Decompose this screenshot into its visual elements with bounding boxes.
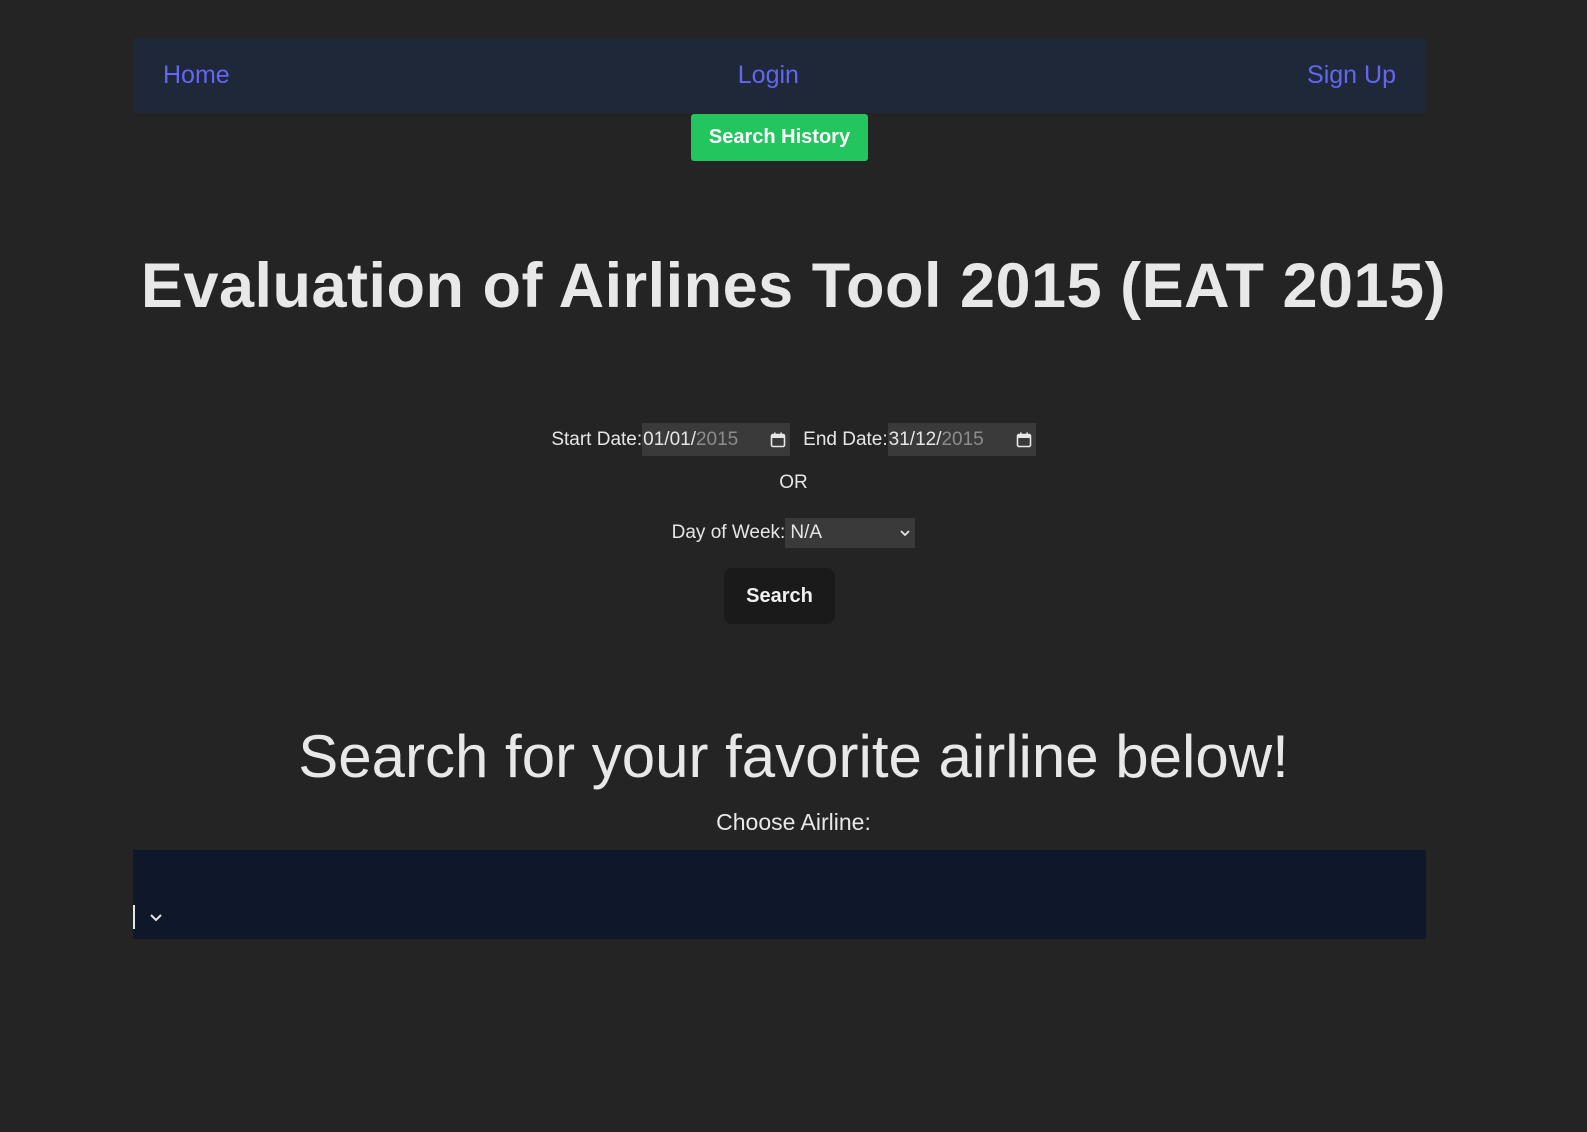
airline-section-heading: Search for your favorite airline below!	[298, 723, 1289, 790]
search-button[interactable]: Search	[724, 568, 835, 624]
nav-login-link[interactable]: Login	[738, 61, 799, 90]
day-of-week-select[interactable]: N/A	[785, 518, 916, 548]
text-cursor	[133, 905, 135, 929]
start-date-input[interactable]: 01/01/2015	[642, 423, 791, 456]
end-date-label: End Date:	[803, 428, 888, 450]
start-date-year: 2015	[695, 428, 739, 450]
start-date-label: Start Date:	[551, 428, 643, 450]
navbar: Home Login Sign Up	[133, 38, 1426, 113]
chevron-down-icon[interactable]	[148, 910, 164, 926]
day-of-week-row: Day of Week: N/A	[0, 518, 1587, 548]
day-of-week-label: Day of Week:	[671, 522, 786, 543]
calendar-icon[interactable]	[770, 432, 786, 448]
start-date-value: 01/01/	[643, 428, 696, 450]
date-range-row: Start Date: 01/01/2015 End Date: 31/12/2…	[0, 423, 1587, 456]
page-title: Evaluation of Airlines Tool 2015 (EAT 20…	[140, 251, 1447, 321]
nav-signup-link[interactable]: Sign Up	[1307, 61, 1396, 90]
chevron-down-icon	[900, 530, 910, 537]
end-date-input[interactable]: 31/12/2015	[887, 423, 1036, 456]
day-of-week-value: N/A	[790, 522, 823, 543]
search-history-button[interactable]: Search History	[691, 114, 868, 161]
page: Home Login Sign Up Search History Evalua…	[0, 0, 1587, 1132]
end-date-value: 31/12/	[888, 428, 942, 450]
airline-select[interactable]	[133, 850, 1426, 939]
end-date-year: 2015	[941, 428, 984, 450]
nav-home-link[interactable]: Home	[163, 61, 230, 90]
calendar-icon[interactable]	[1016, 432, 1032, 448]
or-separator: OR	[779, 472, 808, 493]
choose-airline-label: Choose Airline:	[716, 809, 871, 835]
